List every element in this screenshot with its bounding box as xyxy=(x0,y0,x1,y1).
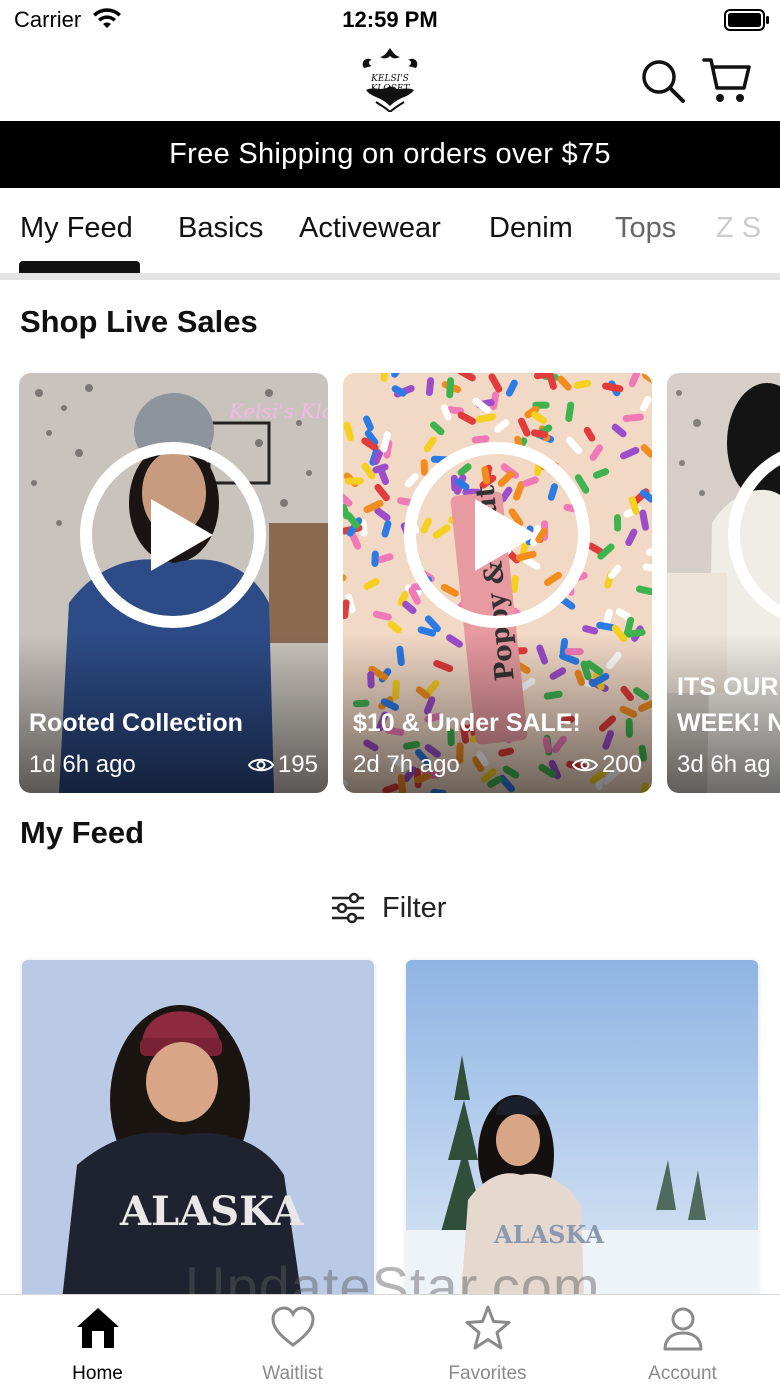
battery-icon xyxy=(724,9,769,31)
tab-my-feed[interactable]: My Feed xyxy=(20,212,133,245)
nav-label: Waitlist xyxy=(262,1363,323,1384)
tabs-divider xyxy=(0,273,780,280)
live-sale-views: 195 xyxy=(247,751,318,779)
play-icon[interactable] xyxy=(727,441,780,629)
nav-label: Account xyxy=(648,1363,717,1384)
svg-text:ALASKA: ALASKA xyxy=(119,1188,304,1235)
search-icon[interactable] xyxy=(640,58,686,104)
bottom-nav: Home Waitlist Favorites Account xyxy=(0,1294,780,1387)
tab-denim[interactable]: Denim xyxy=(489,212,573,245)
heart-icon xyxy=(271,1306,315,1347)
clock: 12:59 PM xyxy=(342,7,438,32)
live-sale-title: $10 & Under SALE! xyxy=(353,709,581,737)
nav-home[interactable]: Home xyxy=(0,1295,195,1387)
product-card[interactable]: ALASKA xyxy=(22,960,374,1300)
live-sale-card[interactable]: Poppy & Pout $10 & Under SALE! 2d 7h ago… xyxy=(343,373,652,793)
brand-logo[interactable]: KELSI'S KLOSET xyxy=(356,46,424,114)
play-icon[interactable] xyxy=(79,441,267,629)
live-sale-time: 3d 6h ag xyxy=(677,751,771,778)
active-tab-indicator xyxy=(19,261,140,273)
app-header: KELSI'S KLOSET xyxy=(0,40,780,121)
tab-basics[interactable]: Basics xyxy=(178,212,263,245)
tab-next-partial[interactable]: Z S xyxy=(716,212,761,245)
logo-text: KELSI'S KLOSET xyxy=(370,74,410,94)
status-bar: Carrier 12:59 PM xyxy=(0,0,780,40)
live-sale-title-line2: WEEK! N xyxy=(677,709,780,737)
svg-text:ALASKA: ALASKA xyxy=(493,1220,604,1249)
product-image: ALASKA xyxy=(22,960,374,1300)
live-sale-card[interactable]: ITS OUR WEEK! N 3d 6h ag xyxy=(667,373,780,793)
live-sales-title: Shop Live Sales xyxy=(20,304,258,339)
category-tabs: My Feed Basics Activewear Denim Tops Z S xyxy=(0,188,780,274)
sliders-icon xyxy=(332,892,364,924)
live-sale-views: 200 xyxy=(571,751,642,779)
live-sale-card[interactable]: Kelsi's Kloset Rooted Collection 1d 6h a… xyxy=(19,373,328,793)
free-shipping-banner: Free Shipping on orders over $75 xyxy=(0,121,780,188)
filter-button[interactable]: Filter xyxy=(330,886,446,930)
live-sale-title: Rooted Collection xyxy=(29,709,243,737)
star-icon xyxy=(465,1305,511,1350)
eye-icon xyxy=(571,758,598,772)
product-image: ALASKA xyxy=(406,960,758,1300)
filter-label: Filter xyxy=(382,891,447,924)
tab-activewear[interactable]: Activewear xyxy=(299,212,441,245)
feed-title: My Feed xyxy=(20,815,145,850)
view-count: 195 xyxy=(277,751,318,778)
nav-label: Home xyxy=(72,1363,123,1384)
nav-favorites[interactable]: Favorites xyxy=(390,1295,585,1387)
svg-text:Kelsi's Kloset: Kelsi's Kloset xyxy=(228,399,328,423)
eye-icon xyxy=(247,758,274,772)
product-card[interactable]: ALASKA xyxy=(406,960,758,1300)
person-icon xyxy=(663,1307,703,1351)
live-sale-title: ITS OUR xyxy=(677,673,779,701)
play-icon[interactable] xyxy=(403,441,591,629)
tab-tops[interactable]: Tops xyxy=(615,212,676,245)
nav-account[interactable]: Account xyxy=(585,1295,780,1387)
cart-icon[interactable] xyxy=(702,56,752,106)
live-sale-time: 2d 7h ago xyxy=(353,751,460,778)
view-count: 200 xyxy=(601,751,642,778)
nav-waitlist[interactable]: Waitlist xyxy=(195,1295,390,1387)
nav-label: Favorites xyxy=(448,1363,527,1384)
home-icon xyxy=(77,1308,119,1348)
live-sale-time: 1d 6h ago xyxy=(29,751,136,778)
